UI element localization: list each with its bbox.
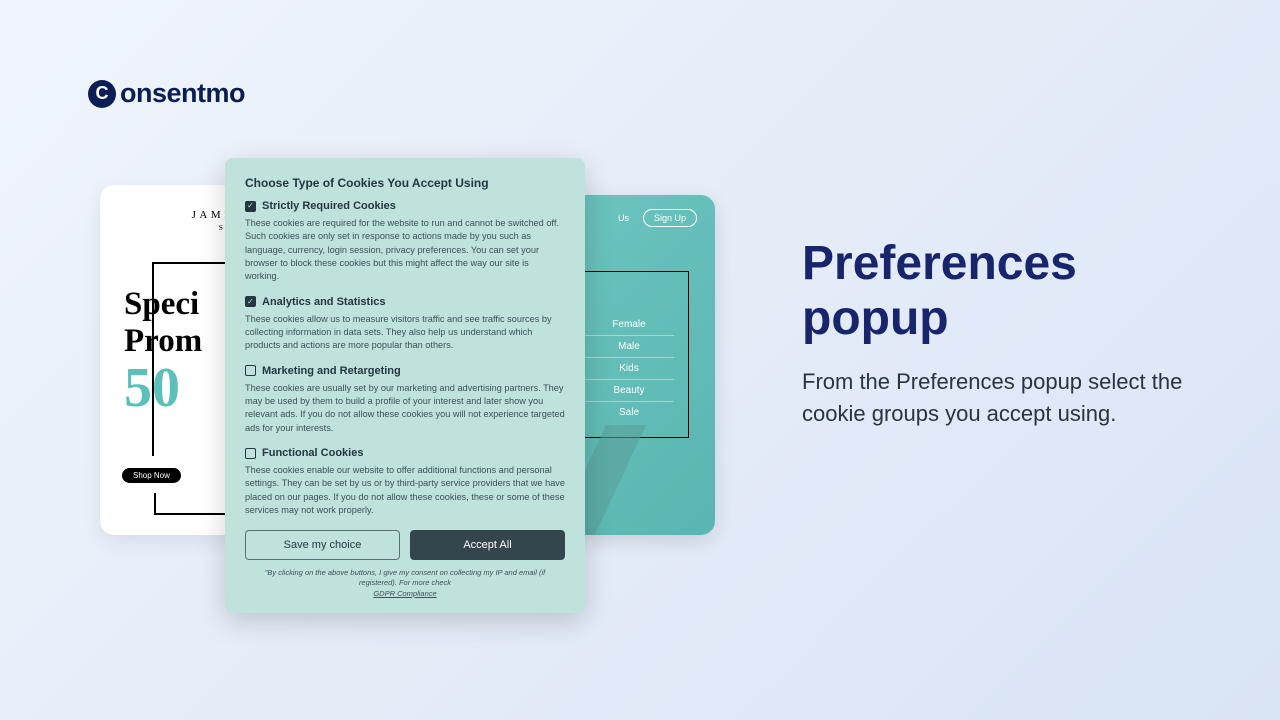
checkbox-marketing[interactable] <box>245 365 256 376</box>
checkbox-functional[interactable] <box>245 448 256 459</box>
menu-item-female[interactable]: Female <box>584 314 674 336</box>
menu-item-kids[interactable]: Kids <box>584 358 674 380</box>
explainer-description: From the Preferences popup select the co… <box>802 366 1202 430</box>
checkbox-strictly-required[interactable] <box>245 201 256 212</box>
menu-item-beauty[interactable]: Beauty <box>584 380 674 402</box>
preferences-popup: Choose Type of Cookies You Accept Using … <box>225 158 585 613</box>
gdpr-link[interactable]: GDPR Compliance <box>373 589 436 598</box>
group-desc: These cookies allow us to measure visito… <box>245 313 565 353</box>
logo-text: onsentmo <box>120 78 245 109</box>
category-menu: Female Male Kids Beauty Sale <box>569 271 689 438</box>
signup-button[interactable]: Sign Up <box>643 209 697 227</box>
group-title: Marketing and Retargeting <box>262 365 401 377</box>
nav-link-us[interactable]: Us <box>618 213 629 223</box>
group-title: Functional Cookies <box>262 447 363 459</box>
logo-mark-icon <box>88 80 116 108</box>
group-desc: These cookies enable our website to offe… <box>245 464 565 517</box>
footer-text: "By clicking on the above buttons, I giv… <box>265 568 545 588</box>
cookie-group-analytics: Analytics and Statistics These cookies a… <box>245 296 565 353</box>
cookie-group-functional: Functional Cookies These cookies enable … <box>245 447 565 517</box>
accept-all-button[interactable]: Accept All <box>410 530 565 560</box>
group-title: Analytics and Statistics <box>262 296 386 308</box>
menu-item-sale[interactable]: Sale <box>584 402 674 423</box>
popup-footer: "By clicking on the above buttons, I giv… <box>245 568 565 600</box>
save-my-choice-button[interactable]: Save my choice <box>245 530 400 560</box>
popup-title: Choose Type of Cookies You Accept Using <box>245 176 565 190</box>
cookie-group-strictly-required: Strictly Required Cookies These cookies … <box>245 200 565 284</box>
checkbox-analytics[interactable] <box>245 296 256 307</box>
group-desc: These cookies are required for the websi… <box>245 217 565 284</box>
menu-item-male[interactable]: Male <box>584 336 674 358</box>
group-title: Strictly Required Cookies <box>262 200 396 212</box>
brand-logo: onsentmo <box>88 78 245 109</box>
shop-now-button[interactable]: Shop Now <box>122 468 181 483</box>
popup-button-row: Save my choice Accept All <box>245 530 565 560</box>
group-desc: These cookies are usually set by our mar… <box>245 382 565 435</box>
cookie-group-marketing: Marketing and Retargeting These cookies … <box>245 365 565 435</box>
explainer-panel: Preferences popup From the Preferences p… <box>802 236 1202 430</box>
explainer-title: Preferences popup <box>802 236 1202 346</box>
